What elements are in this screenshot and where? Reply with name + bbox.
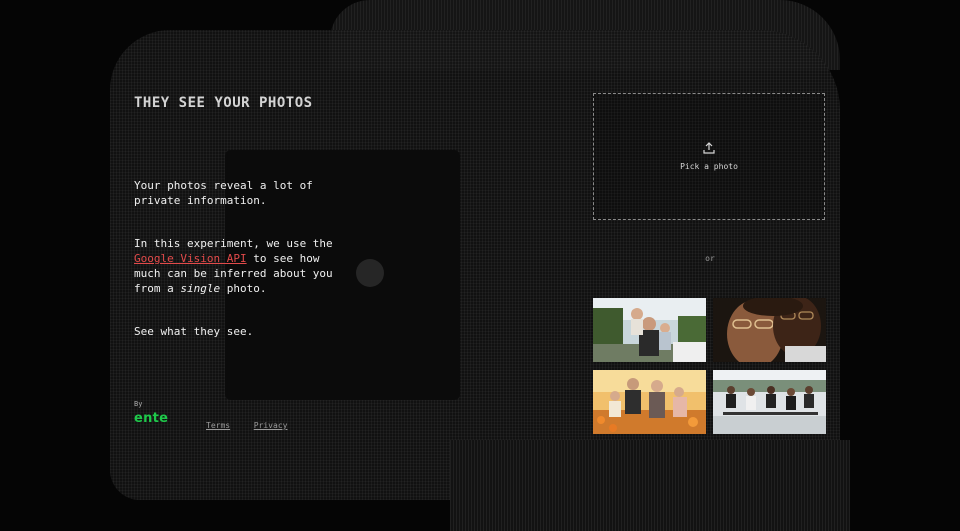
sample-photo-couple-closeup[interactable] bbox=[713, 298, 826, 362]
intro-paragraph-1: Your photos reveal a lot of private info… bbox=[134, 179, 313, 207]
page-title: THEY SEE YOUR PHOTOS bbox=[134, 95, 313, 111]
ente-logo[interactable]: ente bbox=[134, 411, 168, 426]
sample-photo-group-skateboard[interactable] bbox=[713, 370, 826, 434]
sample-photo-family-outdoor[interactable] bbox=[593, 298, 706, 362]
intro-paragraph-2: In this experiment, we use the Google Vi… bbox=[134, 236, 344, 296]
intro-text-before-link: In this experiment, we use the bbox=[134, 237, 333, 250]
intro-emphasis-single: single bbox=[180, 282, 221, 295]
couple-closeup-photo bbox=[713, 298, 826, 362]
google-vision-api-link[interactable]: Google Vision API bbox=[134, 252, 247, 265]
or-separator: or bbox=[705, 254, 715, 263]
sample-photo-family-field[interactable] bbox=[593, 370, 706, 434]
group-skateboard-photo bbox=[713, 370, 826, 434]
upload-icon bbox=[703, 142, 715, 154]
terms-link[interactable]: Terms bbox=[206, 421, 230, 430]
intro-paragraph-3: See what they see. bbox=[134, 325, 254, 338]
footer-links: Terms Privacy bbox=[206, 413, 301, 432]
camera-lens-dot bbox=[356, 259, 384, 287]
camera-top-shape bbox=[330, 0, 840, 70]
by-label: By bbox=[134, 400, 143, 408]
pick-photo-label: Pick a photo bbox=[680, 162, 738, 171]
sample-photo-grid bbox=[593, 298, 826, 434]
family-outdoor-photo bbox=[593, 298, 706, 362]
camera-base-shape bbox=[450, 440, 850, 531]
intro-text-after: photo. bbox=[226, 282, 267, 295]
family-field-photo bbox=[593, 370, 706, 434]
privacy-link[interactable]: Privacy bbox=[254, 421, 288, 430]
pick-photo-dropzone[interactable]: Pick a photo bbox=[593, 93, 825, 220]
intro-section: THEY SEE YOUR PHOTOS Your photos reveal … bbox=[134, 94, 354, 338]
footer: By ente Terms Privacy bbox=[134, 400, 287, 430]
